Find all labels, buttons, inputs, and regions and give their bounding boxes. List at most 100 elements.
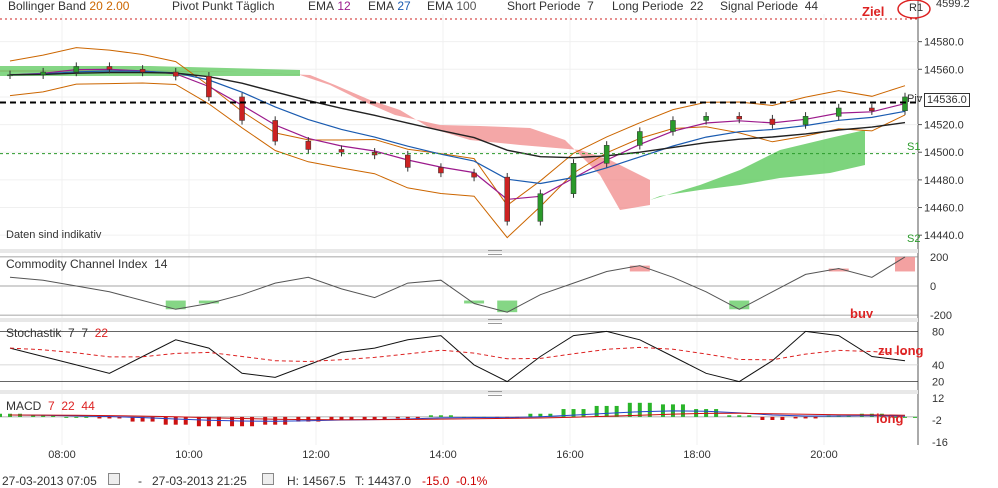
candle-body <box>7 74 13 77</box>
legend-pivot[interactable]: Pivot Punkt Täglich <box>172 0 275 13</box>
candle-body <box>172 71 179 77</box>
legend-signal-label: Signal Periode <box>720 0 799 13</box>
top-price-value: 4599.2 <box>936 0 970 10</box>
price-tick-label: 14460.0 <box>924 203 964 215</box>
time-tick-label: 14:00 <box>429 449 457 461</box>
price-tick-label: 14440.0 <box>924 230 964 242</box>
panel-separator-3[interactable] <box>0 390 918 394</box>
price-tick-label: 14520.0 <box>924 120 964 132</box>
legend-ema12-label: EMA <box>308 0 335 13</box>
macd-histogram-bar <box>813 416 818 419</box>
chart-window: 14440.014460.014480.014500.014520.014540… <box>0 0 998 488</box>
price-tick-label: 14580.0 <box>924 37 964 49</box>
legend-short-label: Short Periode <box>507 0 581 13</box>
candle-body <box>769 118 776 125</box>
macd-histogram-bar <box>727 415 732 417</box>
ema100-line <box>9 71 906 159</box>
macd-histogram-bar <box>395 416 400 419</box>
macd-histogram-bar <box>793 416 798 419</box>
macd-v3: 44 <box>81 399 95 413</box>
macd-v1: 7 <box>48 399 55 413</box>
stoch-d-line <box>9 346 906 363</box>
macd-histogram-bar <box>0 413 2 417</box>
legend-long-value: 22 <box>690 0 704 13</box>
calendar-icon[interactable] <box>108 473 120 485</box>
candle-body <box>670 120 676 132</box>
resize-grip-1[interactable] <box>488 250 502 255</box>
macd-tick-label: -16 <box>932 437 948 449</box>
legend-short-value: 7 <box>587 0 594 13</box>
s2-label: S2 <box>907 233 921 245</box>
candle-body <box>537 193 544 222</box>
candle-body <box>405 154 411 168</box>
panel-separator-1[interactable] <box>0 249 918 253</box>
price-tick-label: 14500.0 <box>924 147 964 159</box>
macd-histogram-bar <box>627 402 632 417</box>
stoch-tick-label: 80 <box>932 326 944 338</box>
candle-body <box>869 107 875 112</box>
macd-v2: 22 <box>61 399 75 413</box>
macd-histogram-bar <box>760 416 765 420</box>
macd-histogram-bar <box>803 416 808 419</box>
time-tick-label: 10:00 <box>175 449 203 461</box>
candle-body <box>703 116 709 121</box>
legend-ema12[interactable]: EMA 12 <box>308 0 351 13</box>
legend-ema27-label: EMA <box>368 0 395 13</box>
macd-histogram-bar <box>438 415 443 417</box>
candle-body <box>802 116 809 125</box>
macd-histogram-bar <box>84 416 89 418</box>
macd-histogram-bar <box>196 416 201 427</box>
legend-signal-value: 44 <box>804 0 819 13</box>
high-value: H: 14567.5 <box>287 474 346 488</box>
panel-separator-2[interactable] <box>0 318 918 322</box>
legend-bar: Bollinger Band 20 2.00 Pivot Punkt Tägli… <box>0 0 998 19</box>
candle-body <box>603 145 610 164</box>
calendar-icon[interactable] <box>262 473 274 485</box>
resize-grip-2[interactable] <box>488 319 502 324</box>
stoch-name: Stochastik <box>6 326 62 340</box>
resize-grip-3[interactable] <box>488 391 502 396</box>
cloud-green-right <box>650 130 865 200</box>
candle-body <box>835 107 842 117</box>
macd-tick-label: 12 <box>932 393 944 405</box>
stoch-v1: 7 <box>68 326 75 340</box>
candle-body <box>338 149 345 153</box>
macd-histogram-bar <box>528 413 533 417</box>
candle-body <box>206 75 212 98</box>
legend-short[interactable]: Short Periode 7 <box>507 0 594 13</box>
macd-histogram-bar <box>183 416 188 425</box>
macd-histogram-bar <box>428 415 433 417</box>
candle-body <box>305 140 312 150</box>
s1-label: S1 <box>907 141 921 153</box>
end-datetime[interactable]: 27-03-2013 21:25 <box>152 474 247 488</box>
legend-ema27[interactable]: EMA 27 <box>368 0 411 13</box>
macd-title: MACD 7 22 44 <box>6 399 95 413</box>
stoch-title: Stochastik 7 7 22 <box>6 326 108 340</box>
candle-body <box>504 176 510 222</box>
legend-ema12-value: 12 <box>337 0 351 13</box>
macd-histogram-bar <box>913 416 917 418</box>
candle-body <box>570 163 577 194</box>
legend-bollinger-label: Bollinger Band <box>8 0 87 13</box>
macd-histogram-bar <box>594 405 599 417</box>
start-datetime[interactable]: 27-03-2013 07:05 <box>2 474 97 488</box>
legend-long[interactable]: Long Periode 22 <box>612 0 703 13</box>
candle-body <box>40 71 46 76</box>
piv-label: Piv <box>907 93 923 105</box>
macd-histogram-bar <box>581 409 586 417</box>
legend-ema100[interactable]: EMA 100 <box>427 0 476 13</box>
change-pct: -0.1% <box>456 474 488 488</box>
legend-bollinger-p2: 2.00 <box>106 0 130 13</box>
cci-title: Commodity Channel Index 14 <box>6 257 167 271</box>
candle-body <box>637 131 643 146</box>
time-tick-label: 12:00 <box>302 449 330 461</box>
macd-histogram-bar <box>694 409 699 417</box>
legend-bollinger[interactable]: Bollinger Band 20 2.00 <box>8 0 129 13</box>
legend-bollinger-p1: 20 <box>89 0 103 13</box>
stoch-v3: 22 <box>94 326 109 340</box>
date-dash: - <box>138 474 142 488</box>
legend-signal[interactable]: Signal Periode 44 <box>720 0 818 13</box>
time-tick-label: 18:00 <box>683 449 711 461</box>
macd-name: MACD <box>6 399 42 413</box>
cci-tick-label: 200 <box>930 252 948 264</box>
